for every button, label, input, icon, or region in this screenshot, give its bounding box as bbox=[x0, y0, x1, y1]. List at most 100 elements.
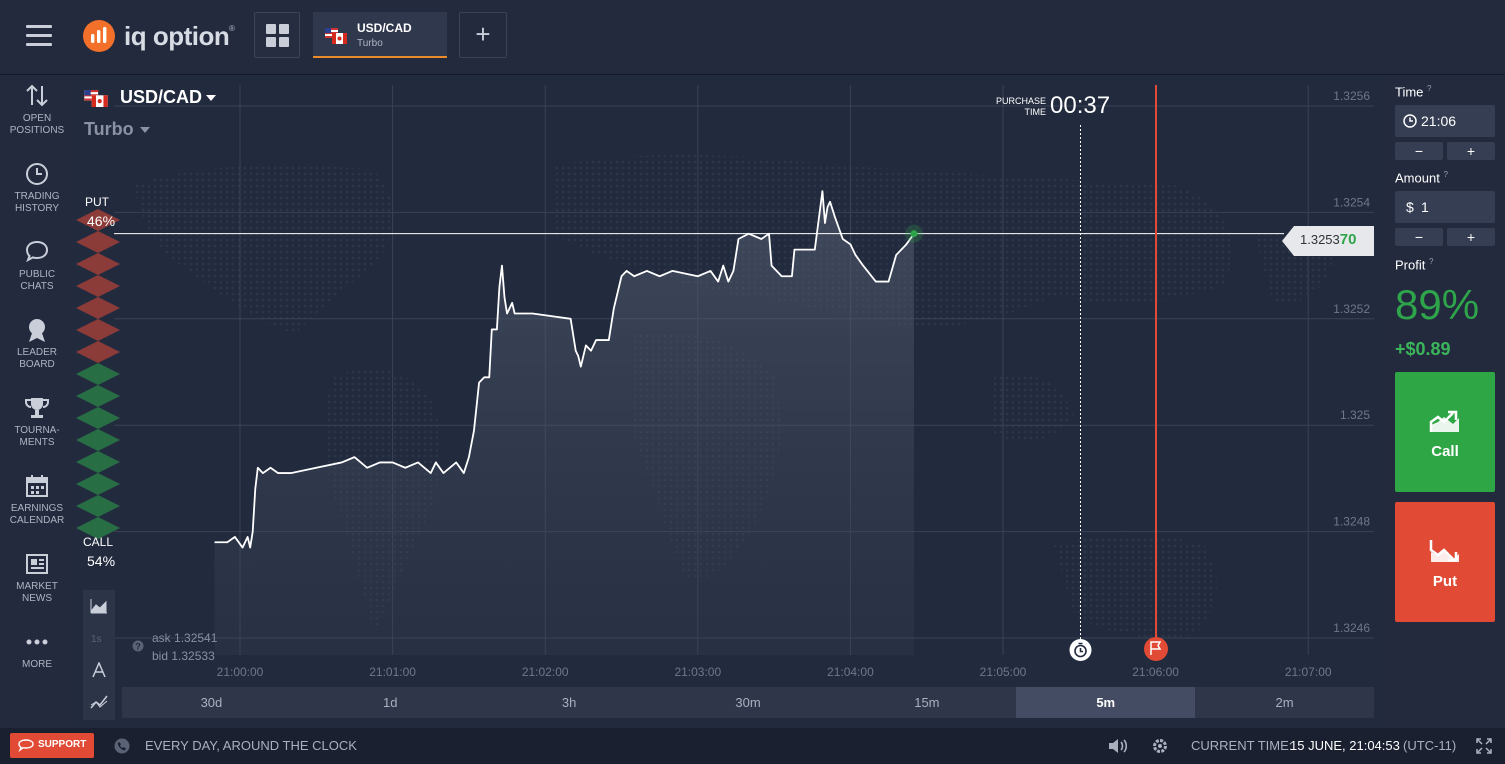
clock-icon bbox=[26, 163, 48, 185]
sidebar-label: CALENDAR bbox=[9, 515, 65, 526]
volume-icon[interactable] bbox=[1107, 737, 1129, 755]
put-call-sentiment-band bbox=[76, 209, 120, 539]
sidebar-item-tournaments[interactable]: TOURNA- MENTS bbox=[0, 395, 74, 449]
sidebar-item-more[interactable]: MORE bbox=[0, 629, 74, 671]
trend-down-icon bbox=[1429, 540, 1459, 562]
time-minus-button[interactable]: − bbox=[1395, 142, 1443, 160]
time-plus-button[interactable]: + bbox=[1447, 142, 1495, 160]
period-option[interactable]: 2m bbox=[1195, 687, 1374, 718]
sidebar-item-leader-board[interactable]: LEADER BOARD bbox=[0, 317, 74, 371]
call-sentiment-cell bbox=[76, 451, 120, 473]
x-tick-label: 21:00:00 bbox=[217, 665, 264, 679]
chart-tools: 1s bbox=[83, 590, 115, 720]
purchase-timer: 00:37 bbox=[1050, 92, 1111, 119]
dots-icon bbox=[26, 639, 48, 645]
y-tick-label: 1.3256 bbox=[1333, 89, 1370, 103]
period-option[interactable]: 1d bbox=[301, 687, 480, 718]
y-tick-label: 1.3252 bbox=[1333, 302, 1370, 316]
x-tick-label: 21:06:00 bbox=[1132, 665, 1179, 679]
x-tick-label: 21:03:00 bbox=[674, 665, 721, 679]
sidebar-label: OPEN bbox=[22, 113, 52, 124]
newspaper-icon bbox=[26, 554, 48, 574]
time-label: Time ? bbox=[1395, 84, 1432, 100]
sidebar-item-open-positions[interactable]: OPEN POSITIONS bbox=[0, 83, 74, 137]
sidebar-label: BOARD bbox=[19, 359, 55, 370]
logo-trademark: ® bbox=[229, 24, 235, 33]
grid-icon bbox=[266, 24, 276, 34]
chevron-down-icon[interactable] bbox=[206, 95, 216, 101]
indicators-icon[interactable] bbox=[90, 694, 108, 710]
current-price-main: 1.3253 bbox=[1300, 232, 1340, 247]
sidebar-label: MENTS bbox=[19, 437, 55, 448]
put-sentiment-cell bbox=[76, 275, 120, 297]
svg-text:?: ? bbox=[135, 642, 141, 652]
sidebar-item-trading-history[interactable]: TRADING HISTORY bbox=[0, 161, 74, 215]
phone-icon bbox=[114, 738, 130, 754]
amount-input[interactable]: $ 1 bbox=[1395, 191, 1495, 223]
sidebar-item-public-chats[interactable]: PUBLIC CHATS bbox=[0, 239, 74, 293]
assets-grid-button[interactable] bbox=[254, 12, 300, 58]
call-button[interactable]: Call bbox=[1395, 372, 1495, 492]
call-percentage: 54% bbox=[87, 553, 116, 569]
y-tick-label: 1.3248 bbox=[1333, 515, 1370, 529]
info-icon[interactable]: ? bbox=[1427, 84, 1431, 93]
period-selector: 30d 1d 3h 30m 15m 5m 2m bbox=[122, 687, 1374, 718]
sidebar-item-earnings-calendar[interactable]: EARNINGS CALENDAR bbox=[0, 473, 74, 527]
expiry-time-input[interactable]: 21:06 bbox=[1395, 105, 1495, 137]
menu-icon[interactable] bbox=[26, 25, 52, 47]
left-sidebar: OPEN POSITIONS TRADING HISTORY PUBLIC CHATS… bbox=[0, 75, 74, 728]
currency-symbol: $ bbox=[1406, 199, 1414, 215]
top-bar: iq option ® USD/CAD Turbo + bbox=[0, 0, 1505, 75]
chevron-down-icon[interactable] bbox=[140, 127, 150, 133]
period-option[interactable]: 30m bbox=[659, 687, 838, 718]
put-button-label: Put bbox=[1432, 573, 1458, 590]
chart-area[interactable]: 21:00:00 21:01:00 21:02:00 21:03:00 21:04:00… bbox=[74, 75, 1385, 728]
bottom-bar: SUPPORT EVERY DAY, AROUND THE CLOCK CURR… bbox=[0, 728, 1505, 764]
period-option[interactable]: 15m bbox=[837, 687, 1016, 718]
y-axis-labels: 1.3256 1.3254 1.3252 1.325 1.3248 1.3246 bbox=[1333, 89, 1370, 635]
sidebar-label: POSITIONS bbox=[9, 125, 65, 136]
period-option[interactable]: 3h bbox=[480, 687, 659, 718]
call-sentiment-cell bbox=[76, 429, 120, 451]
put-sentiment-cell bbox=[76, 297, 120, 319]
fullscreen-icon[interactable] bbox=[1476, 738, 1492, 754]
purchase-time-label-line: TIME bbox=[1024, 107, 1047, 117]
ask-value: 1.32541 bbox=[174, 631, 218, 645]
drawing-tool-icon[interactable] bbox=[90, 662, 108, 678]
asset-pair-title[interactable]: USD/CAD bbox=[120, 87, 202, 108]
asset-tab[interactable]: USD/CAD Turbo bbox=[313, 12, 447, 58]
profit-percentage: 89% bbox=[1395, 281, 1480, 328]
timeframe-icon[interactable]: 1s bbox=[90, 630, 108, 646]
put-button[interactable]: Put bbox=[1395, 502, 1495, 622]
gear-icon[interactable] bbox=[1151, 737, 1169, 755]
info-icon[interactable]: ? bbox=[1443, 170, 1447, 179]
sidebar-label: CHATS bbox=[20, 281, 54, 292]
asset-tab-pair: USD/CAD bbox=[357, 21, 412, 35]
period-option[interactable]: 5m bbox=[1016, 687, 1196, 718]
area-chart-icon[interactable] bbox=[90, 598, 108, 614]
add-tab-button[interactable]: + bbox=[459, 12, 507, 58]
chat-icon bbox=[25, 240, 49, 263]
amount-value: 1 bbox=[1421, 199, 1429, 215]
svg-text:1s: 1s bbox=[91, 634, 102, 645]
help-icon[interactable]: ? bbox=[132, 640, 144, 652]
info-icon[interactable]: ? bbox=[1429, 257, 1433, 266]
profit-label: Profit ? bbox=[1395, 257, 1434, 273]
period-option[interactable]: 30d bbox=[122, 687, 301, 718]
finish-flag-icon bbox=[1144, 637, 1168, 661]
amount-minus-button[interactable]: − bbox=[1395, 228, 1443, 246]
asset-type-selector[interactable]: Turbo bbox=[84, 119, 134, 140]
put-sentiment-cell bbox=[76, 341, 120, 363]
call-sentiment-cell bbox=[76, 363, 120, 385]
ask-bid-info: ask 1.32541 bid 1.32533 bbox=[152, 629, 217, 665]
x-tick-label: 21:02:00 bbox=[522, 665, 569, 679]
x-axis-labels: 21:00:00 21:01:00 21:02:00 21:03:00 21:04:00… bbox=[217, 665, 1332, 679]
support-button[interactable]: SUPPORT bbox=[10, 733, 94, 758]
price-chart[interactable]: 21:00:00 21:01:00 21:02:00 21:03:00 21:04:00… bbox=[74, 75, 1385, 728]
x-tick-label: 21:07:00 bbox=[1285, 665, 1332, 679]
put-sentiment-cell bbox=[76, 319, 120, 341]
amount-plus-button[interactable]: + bbox=[1447, 228, 1495, 246]
arrows-up-down-icon bbox=[26, 84, 48, 107]
trade-panel: Time ? 21:06 − + Amount ? $ 1 − + Profit… bbox=[1385, 75, 1505, 728]
sidebar-item-market-news[interactable]: MARKET NEWS bbox=[0, 551, 74, 605]
